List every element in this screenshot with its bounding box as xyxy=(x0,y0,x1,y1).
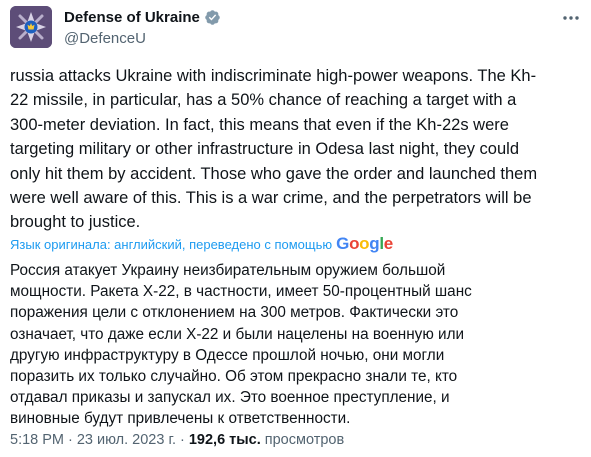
tweet-meta: 5:18 PM · 23 июл. 2023 г. · 192,6 тыс. п… xyxy=(10,432,344,448)
verified-badge-icon[interactable] xyxy=(204,9,221,26)
tweet-time[interactable]: 5:18 PM xyxy=(10,432,64,448)
meta-separator: · xyxy=(180,432,185,448)
author-handle[interactable]: @DefenceU xyxy=(64,30,221,47)
views-count: 192,6 тыс. xyxy=(188,432,261,448)
meta-separator: · xyxy=(68,432,73,448)
text-line: виновные будут привлечены к ответственно… xyxy=(10,410,351,428)
tweet: Defense of Ukraine @DefenceU russia atta… xyxy=(0,0,591,457)
google-logo: Google xyxy=(336,234,393,253)
translation-link[interactable]: Язык оригинала: английский, переведено с… xyxy=(10,237,332,252)
text-line: поразить их только случайно. Об этом пре… xyxy=(10,368,458,386)
translation-note: Язык оригинала: английский, переведено с… xyxy=(10,234,393,254)
text-line: поражения цели с отклонением на 300 метр… xyxy=(10,304,459,322)
tweet-text-original: russia attacks Ukraine with indiscrimina… xyxy=(10,64,576,235)
text-line: 22 missile, in particular, has a 50% cha… xyxy=(10,91,517,110)
text-line: 300-meter deviation. In fact, this means… xyxy=(10,115,509,134)
display-name[interactable]: Defense of Ukraine xyxy=(64,9,200,26)
views-label: просмотров xyxy=(264,432,345,448)
text-line: отдавал приказы и запускал их. Это военн… xyxy=(10,389,450,407)
text-line: мощности. Ракета Х-22, в частности, имее… xyxy=(10,283,472,301)
text-line: only hit them by accident. Those who gav… xyxy=(10,164,538,183)
tweet-date[interactable]: 23 июл. 2023 г. xyxy=(77,432,176,448)
text-line: другую инфраструктуру в Одессе прошлой н… xyxy=(10,346,445,364)
text-line: were well aware of this. This is a war c… xyxy=(10,189,532,208)
ministry-of-defense-emblem-icon xyxy=(10,6,52,48)
tweet-text-translated: Россия атакует Украину неизбирательным о… xyxy=(10,260,580,430)
avatar[interactable] xyxy=(10,6,52,48)
author-names: Defense of Ukraine @DefenceU xyxy=(64,7,221,47)
text-line: Россия атакует Украину неизбирательным о… xyxy=(10,262,446,279)
text-line: означает, что даже если Х-22 и были наце… xyxy=(10,325,465,343)
more-options-button[interactable] xyxy=(561,8,581,28)
text-line: brought to justice. xyxy=(10,213,141,232)
tweet-header: Defense of Ukraine @DefenceU xyxy=(10,6,585,48)
more-dots-icon xyxy=(563,16,579,20)
text-line: targeting military or other infrastructu… xyxy=(10,140,519,159)
display-name-row: Defense of Ukraine xyxy=(64,7,221,27)
text-line: russia attacks Ukraine with indiscrimina… xyxy=(10,67,537,85)
